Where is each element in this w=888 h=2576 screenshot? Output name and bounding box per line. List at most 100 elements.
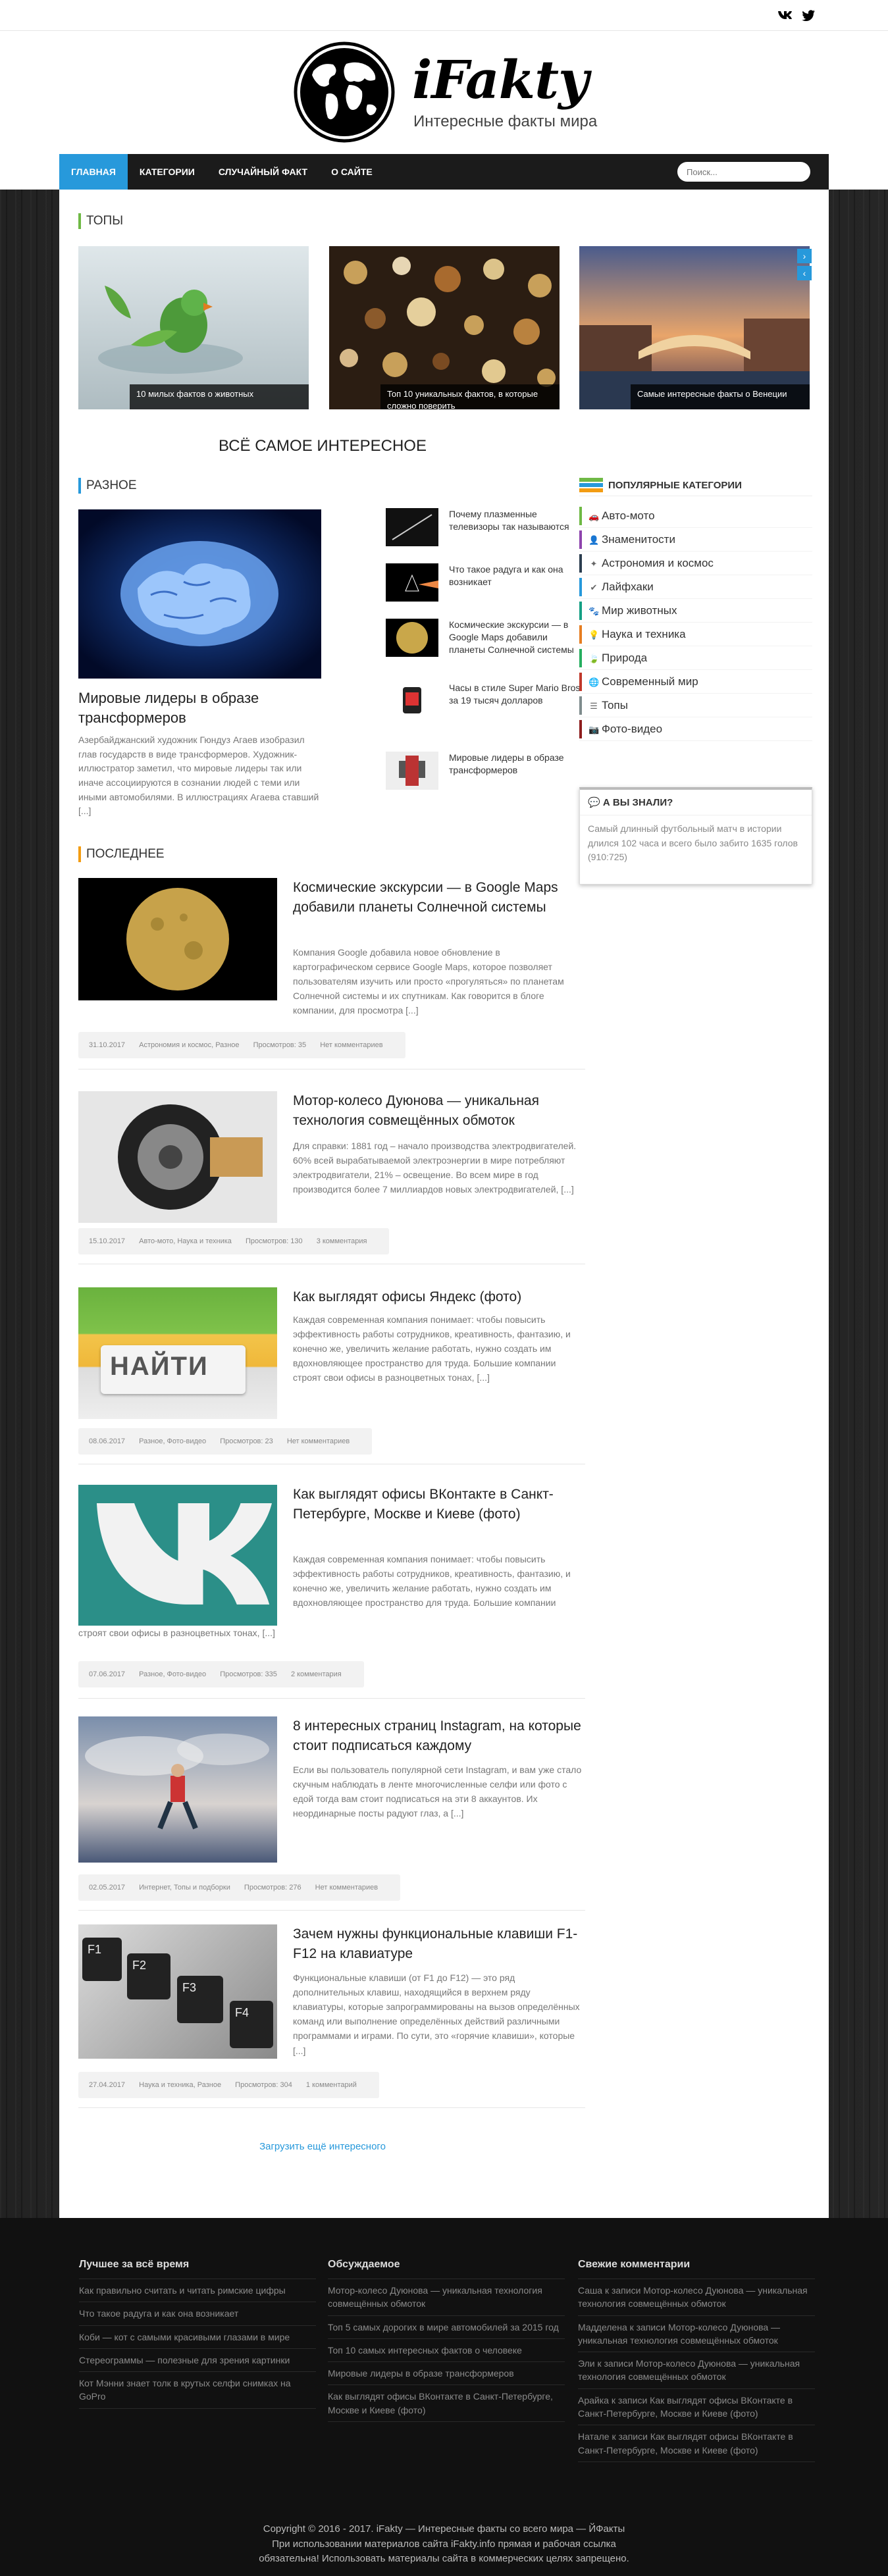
footer-link[interactable]: Кот Мэнни знает толк в крутых селфи сним… [79,2372,316,2409]
category-tops[interactable]: ☰ Топы [579,694,812,717]
footer-link[interactable]: Топ 5 самых дорогих в мире автомобилей з… [328,2316,565,2339]
top-card-caption: Самые интересные факты о Венеции [631,384,810,409]
side-post-item[interactable]: Космические экскурсии — в Google Maps до… [386,619,583,661]
post-comments[interactable]: 1 комментарий [306,2081,357,2089]
side-post-title: Мировые лидеры в образе трансформеров [449,752,564,775]
nav-item-home[interactable]: Главная [59,154,128,190]
top-card-unique-facts[interactable]: Топ 10 уникальных фактов, в которые слож… [329,246,560,409]
paw-icon: 🐾 [588,606,600,616]
key-f4: F4 [230,2001,273,2048]
post-comments[interactable]: Нет комментариев [315,1884,378,1892]
footer-link[interactable]: Мадделена к записи Мотор-колесо Дуюнова … [578,2316,815,2353]
comment-icon: 💬 [588,797,603,808]
category-photo-video[interactable]: 📷 Фото-видео [579,717,812,741]
post-title[interactable]: Зачем нужны функциональные клавиши F1-F1… [293,1924,583,1965]
category-nature[interactable]: 🍃 Природа [579,646,812,670]
featured-post-excerpt: Азербайджанский художник Гюндуз Агаев из… [78,734,319,817]
did-you-know-text: Самый длинный футбольный матч в истории … [588,823,798,863]
categories-stripes-icon [579,478,603,494]
post-comments[interactable]: Нет комментариев [287,1437,350,1445]
footer-link[interactable]: Что такое радуга и как она возникает [79,2302,316,2326]
transformer-thumb [386,752,438,790]
footer-link[interactable]: Мировые лидеры в образе трансформеров [328,2362,565,2386]
side-post-item[interactable]: Что такое радуга и как она возникает [386,563,583,605]
post-categories[interactable]: Авто-мото, Наука и техника [139,1237,232,1245]
footer-link[interactable]: Как выглядят офисы ВКонтакте в Санкт-Пет… [328,2385,565,2423]
latest-heading: ПОСЛЕДНЕЕ [78,846,165,862]
footer-link[interactable]: Коби — кот с самыми красивыми глазами в … [79,2326,316,2349]
top-card-animals[interactable]: 10 милых фактов о животных [78,246,309,409]
slider-prev-icon[interactable]: ‹ [797,266,812,280]
featured-post-title[interactable]: Мировые лидеры в образе трансформеров [78,688,321,727]
footer-link[interactable]: Топ 10 самых интересных фактов о человек… [328,2339,565,2363]
keyboard-image[interactable]: F1 F2 F3 F4 [78,1924,277,2059]
nav-item-categories[interactable]: Категории [128,154,207,190]
post-divider [78,1698,585,1699]
key-f1: F1 [82,1938,122,1981]
site-header: iFakty Интересные факты мира [0,31,888,155]
post-comments[interactable]: 3 комментария [317,1237,367,1245]
did-you-know-heading: 💬 А ВЫ ЗНАЛИ? [580,790,812,815]
footer-link[interactable]: Саша к записи Мотор-колесо Дуюнова — уни… [578,2279,815,2316]
post-comments[interactable]: Нет комментариев [320,1041,382,1049]
post-title[interactable]: 8 интересных страниц Instagram, на котор… [293,1716,583,1757]
category-label: Наука и техника [602,628,686,640]
footer-col-discussed: Обсуждаемое Мотор-колесо Дуюнова — уника… [328,2259,565,2423]
footer-link[interactable]: Стереограммы — полезные для зрения карти… [79,2349,316,2373]
vk-icon[interactable] [777,9,792,22]
footer-link[interactable]: Арайка к записи Как выглядят офисы ВКонт… [578,2389,815,2426]
moon-image[interactable] [78,878,277,1000]
category-animals[interactable]: 🐾 Мир животных [579,599,812,623]
footer-link[interactable]: Эли к записи Мотор-колесо Дуюнова — уник… [578,2352,815,2389]
category-science[interactable]: 💡 Наука и техника [579,623,812,646]
post-title[interactable]: Как выглядят офисы Яндекс (фото) [293,1287,583,1307]
post-categories[interactable]: Разное, Фото-видео [139,1437,206,1445]
post-card: НАЙТИ Как выглядят офисы Яндекс (фото) К… [78,1287,585,1464]
nav-item-about[interactable]: О сайте [319,154,384,190]
post-date: 27.04.2017 [89,2081,126,2089]
post-card: Как выглядят офисы ВКонтакте в Санкт-Пет… [78,1485,585,1699]
side-post-item[interactable]: Почему плазменные телевизоры так называю… [386,508,583,550]
footer-link[interactable]: Как правильно считать и читать римские ц… [79,2279,316,2303]
footer-link[interactable]: Натале к записи Как выглядят офисы ВКонт… [578,2425,815,2462]
yandex-office-image[interactable]: НАЙТИ [78,1287,277,1419]
post-meta: 27.04.2017 Наука и техника, Разное Просм… [78,2072,379,2098]
category-modern-world[interactable]: 🌐 Современный мир [579,670,812,694]
footer-link[interactable]: Мотор-колесо Дуюнова — уникальная технол… [328,2279,565,2316]
twitter-icon[interactable] [801,9,816,22]
leaf-icon: 🍃 [588,654,600,663]
motor-wheel-image[interactable] [78,1091,277,1223]
category-label: Природа [602,652,648,664]
category-auto[interactable]: 🚗 Авто-мото [579,504,812,528]
popular-categories-heading: ПОПУЛЯРНЫЕ КАТЕГОРИИ [579,475,812,496]
search-input[interactable] [677,162,810,182]
post-categories[interactable]: Интернет, Топы и подборки [139,1884,230,1892]
post-title[interactable]: Как выглядят офисы ВКонтакте в Санкт-Пет… [293,1485,583,1525]
slider-next-icon[interactable]: › [797,249,812,263]
post-comments[interactable]: 2 комментария [291,1670,342,1678]
post-categories[interactable]: Наука и техника, Разное [139,2081,221,2089]
post-title[interactable]: Мотор-колесо Дуюнова — уникальная технол… [293,1091,583,1131]
site-tagline: Интересные факты мира [413,113,598,130]
globe-logo-icon[interactable] [294,41,395,143]
tops-heading: ТОПЫ [78,213,123,229]
post-categories[interactable]: Разное, Фото-видео [139,1670,206,1678]
car-icon: 🚗 [588,511,600,521]
top-card-venice[interactable]: Самые интересные факты о Венеции [579,246,810,409]
vk-office-image[interactable] [78,1485,277,1626]
main-content: ТОПЫ 10 милых фактов о животных Топ 10 у… [59,190,829,2218]
brain-image[interactable] [78,509,321,679]
post-title[interactable]: Космические экскурсии — в Google Maps до… [293,878,583,918]
site-logo-title[interactable]: iFakty [412,53,589,106]
category-label: Мир животных [602,604,677,617]
post-excerpt: Если вы пользователь популярной сети Ins… [293,1765,582,1819]
category-lifehacks[interactable]: ✔ Лайфхаки [579,575,812,599]
instagram-post-image[interactable] [78,1716,277,1863]
side-post-item[interactable]: Мировые лидеры в образе трансформеров [386,752,583,794]
category-astronomy[interactable]: ✦ Астрономия и космос [579,552,812,575]
category-celebrities[interactable]: 👤 Знаменитости [579,528,812,552]
nav-item-random-fact[interactable]: Случайный факт [207,154,319,190]
post-categories[interactable]: Астрономия и космос, Разное [139,1041,239,1049]
side-post-item[interactable]: Часы в стиле Super Mario Bros за 19 тыся… [386,682,583,724]
load-more-link[interactable]: Загрузить ещё интересного [59,2141,586,2152]
